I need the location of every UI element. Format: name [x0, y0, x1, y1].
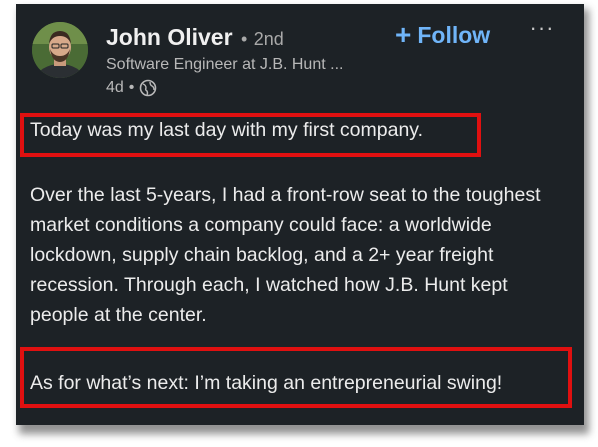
meta-separator: •: [128, 79, 135, 96]
screenshot-frame: John Oliver • 2nd Software Engineer at J…: [0, 0, 598, 447]
post-meta: 4d •: [106, 79, 157, 97]
follow-button[interactable]: + Follow: [395, 20, 490, 50]
plus-icon: +: [395, 19, 412, 50]
highlight-box-last-line: [20, 347, 572, 408]
post-time: 4d: [106, 79, 124, 96]
avatar-photo: [32, 22, 88, 78]
author-name[interactable]: John Oliver: [106, 24, 233, 50]
post-paragraph-2: Over the last 5-years, I had a front-row…: [30, 184, 541, 326]
connection-degree: 2nd: [253, 29, 284, 49]
author-headline: Software Engineer at J.B. Hunt ...: [106, 56, 344, 73]
name-separator: •: [241, 29, 248, 49]
globe-icon: [139, 79, 157, 97]
follow-label: Follow: [417, 21, 491, 48]
author-name-row: John Oliver • 2nd: [106, 24, 284, 51]
more-options-icon[interactable]: ···: [528, 17, 556, 42]
avatar[interactable]: [32, 22, 88, 78]
highlight-box-first-line: [20, 113, 481, 157]
